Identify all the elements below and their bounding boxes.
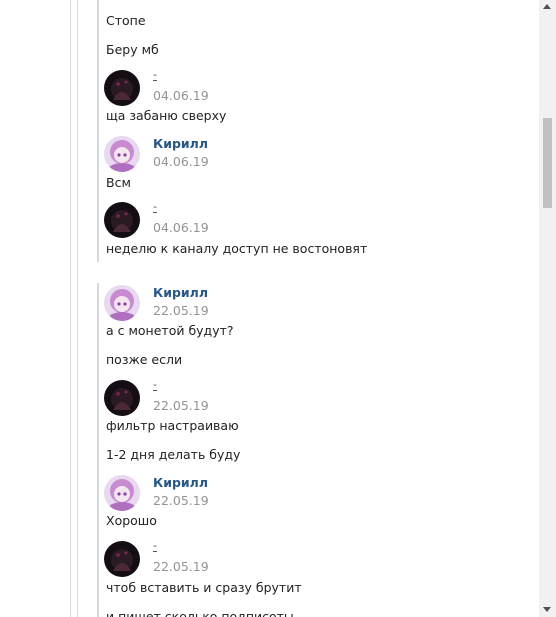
avatar-anime[interactable] <box>104 475 140 511</box>
avatar-dark[interactable] <box>104 380 140 416</box>
message-date[interactable]: 04.06.19 <box>153 220 209 236</box>
message-header: - 04.06.19 <box>104 67 504 110</box>
avatar-anime[interactable] <box>104 285 140 321</box>
message-header: Кирилл 04.06.19 <box>104 136 504 176</box>
scroll-down-arrow-icon[interactable] <box>543 607 551 612</box>
message-text: Хорошо <box>106 513 157 528</box>
thread-group-border <box>97 0 99 262</box>
avatar-anime[interactable] <box>104 136 140 172</box>
message-date[interactable]: 22.05.19 <box>153 398 209 414</box>
message-text: Беру мб <box>106 42 159 57</box>
thread-group-2: Кирилл 22.05.19 а с монетой будут? позже… <box>97 283 520 617</box>
author-name[interactable]: - <box>153 67 157 83</box>
message-date[interactable]: 22.05.19 <box>153 493 209 509</box>
message-header: - 22.05.19 <box>104 538 504 581</box>
message-text: Всм <box>106 175 131 190</box>
avatar-dark[interactable] <box>104 541 140 577</box>
message-date[interactable]: 22.05.19 <box>153 303 209 319</box>
avatar-dark[interactable] <box>104 202 140 238</box>
scrollbar-thumb[interactable] <box>543 118 552 208</box>
thread-rail-inner <box>77 0 78 617</box>
message-text: Стопе <box>106 13 146 28</box>
scroll-up-arrow-icon[interactable] <box>543 4 551 9</box>
message-header: Кирилл 22.05.19 <box>104 475 504 515</box>
author-name[interactable]: Кирилл <box>153 285 208 301</box>
message-text: неделю к каналу доступ не востоновят <box>106 241 368 256</box>
author-name[interactable]: - <box>153 377 157 393</box>
message-date[interactable]: 22.05.19 <box>153 559 209 575</box>
author-name[interactable]: Кирилл <box>153 136 208 152</box>
message-header: - 22.05.19 <box>104 377 504 420</box>
message-text: 1-2 дня делать буду <box>106 447 241 462</box>
thread-group-border <box>97 283 99 617</box>
message-text: а с монетой будут? <box>106 323 234 338</box>
thread-rail-outer <box>70 0 71 617</box>
message-text: и пишет сколько подписоты <box>106 609 294 617</box>
message-text: позже если <box>106 352 183 367</box>
message-text: ща забаню сверху <box>106 108 227 123</box>
message-text: чтоб вставить и сразу брутит <box>106 580 302 595</box>
conversation-view: Стопе Беру мб - 04.06.19 ща забаню сверх… <box>0 0 556 617</box>
thread-group-1: Стопе Беру мб - 04.06.19 ща забаню сверх… <box>97 0 520 262</box>
message-date[interactable]: 04.06.19 <box>153 88 209 104</box>
avatar-dark[interactable] <box>104 70 140 106</box>
vertical-scrollbar[interactable] <box>539 0 556 617</box>
author-name[interactable]: - <box>153 199 157 215</box>
message-header: - 04.06.19 <box>104 199 504 242</box>
message-header: Кирилл 22.05.19 <box>104 285 504 325</box>
author-name[interactable]: - <box>153 538 157 554</box>
author-name[interactable]: Кирилл <box>153 475 208 491</box>
message-date[interactable]: 04.06.19 <box>153 154 209 170</box>
message-text: фильтр настраиваю <box>106 418 239 433</box>
